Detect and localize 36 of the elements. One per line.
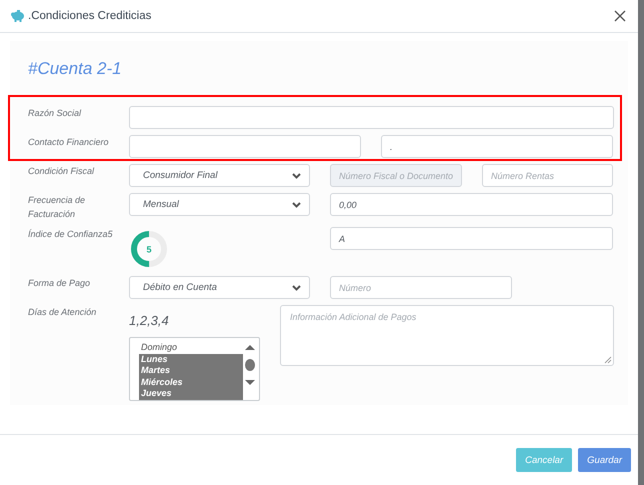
piggy-bank-icon <box>10 10 25 22</box>
account-heading: #Cuenta 2-1 <box>28 59 123 77</box>
field-label: Razón Social <box>28 107 82 120</box>
field-label: Días de Atención <box>28 306 98 319</box>
list-option[interactable]: Jueves <box>139 388 243 400</box>
days-listbox[interactable]: Domingo Lunes Martes Miércoles Jueves <box>129 337 260 401</box>
chevron-down-icon <box>292 284 301 290</box>
text-field[interactable]: . <box>381 135 613 158</box>
close-button[interactable] <box>614 10 626 22</box>
dropdown[interactable]: Consumidor Final <box>129 164 310 187</box>
dropdown[interactable]: Mensual <box>129 193 310 216</box>
field-label: Índice de Confianza5 <box>28 228 114 241</box>
chevron-down-icon <box>292 172 301 178</box>
resize-grip-icon <box>604 356 612 364</box>
chevron-down-icon <box>292 202 301 208</box>
scrollbar-icon[interactable] <box>243 342 257 388</box>
list-option[interactable]: Miércoles <box>139 376 243 388</box>
dialog-title: .Condiciones Crediticias <box>28 10 152 22</box>
close-icon <box>614 10 626 22</box>
selected-days-text: 1,2,3,4 <box>129 313 170 329</box>
dropdown[interactable]: Débito en Cuenta <box>129 276 310 299</box>
text-field[interactable] <box>129 135 361 158</box>
field-label: Contacto Financiero <box>28 136 110 149</box>
text-field[interactable] <box>129 106 614 129</box>
text-area[interactable]: Información Adicional de Pagos <box>280 305 614 366</box>
text-field[interactable]: 0,00 <box>330 193 613 216</box>
field-label: Frecuencia de Facturación <box>28 194 86 221</box>
list-option[interactable]: Martes <box>139 365 243 376</box>
save-button[interactable]: Guardar <box>578 448 631 472</box>
text-field[interactable]: Número <box>330 276 512 299</box>
field-label: Condición Fiscal <box>28 165 96 178</box>
text-field[interactable]: A <box>330 227 613 250</box>
list-option[interactable]: Lunes <box>139 354 243 365</box>
list-option[interactable]: Domingo <box>139 342 243 354</box>
field-label: Forma de Pago <box>28 277 92 290</box>
text-field[interactable]: Número Rentas <box>482 164 613 187</box>
